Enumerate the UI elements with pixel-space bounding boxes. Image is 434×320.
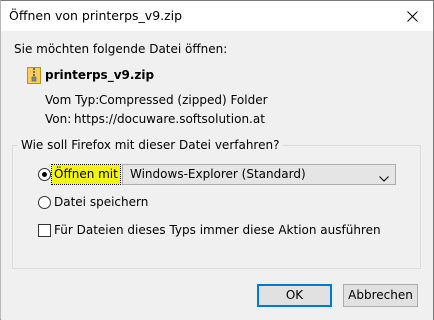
prompt-text: Sie möchten folgende Datei öffnen: xyxy=(14,42,228,56)
file-type-label: Vom Typ: xyxy=(45,93,100,107)
close-button[interactable] xyxy=(397,4,427,28)
window-title: Öffnen von printerps_v9.zip xyxy=(9,8,183,23)
open-with-radio[interactable] xyxy=(38,168,51,181)
application-select-value: Windows-Explorer (Standard) xyxy=(130,167,306,181)
file-type-value: Compressed (zipped) Folder xyxy=(99,93,268,107)
application-select[interactable]: Windows-Explorer (Standard) xyxy=(122,164,396,185)
title-bar: Öffnen von printerps_v9.zip xyxy=(1,1,433,31)
save-file-label[interactable]: Datei speichern xyxy=(54,195,148,209)
always-do-checkbox[interactable] xyxy=(38,224,51,237)
file-source-value: https://docuware.softsolution.at xyxy=(74,112,265,126)
zip-folder-icon xyxy=(27,67,41,84)
ok-button[interactable]: OK xyxy=(257,284,332,307)
close-icon xyxy=(406,10,418,22)
dialog-body: Sie möchten folgende Datei öffnen: print… xyxy=(1,31,433,320)
action-group-legend: Wie soll Firefox mit dieser Datei verfah… xyxy=(18,138,283,152)
always-do-label[interactable]: Für Dateien dieses Typs immer diese Akti… xyxy=(54,223,381,237)
cancel-button[interactable]: Abbrechen xyxy=(343,284,418,307)
file-source-label: Von: xyxy=(45,112,72,126)
open-with-label[interactable]: Öffnen mit xyxy=(51,164,121,185)
file-open-dialog: Öffnen von printerps_v9.zip Sie möchten … xyxy=(0,0,434,320)
file-name: printerps_v9.zip xyxy=(45,68,155,82)
radio-selected-dot xyxy=(42,172,47,177)
chevron-down-icon xyxy=(379,171,389,185)
save-file-radio[interactable] xyxy=(38,196,51,209)
